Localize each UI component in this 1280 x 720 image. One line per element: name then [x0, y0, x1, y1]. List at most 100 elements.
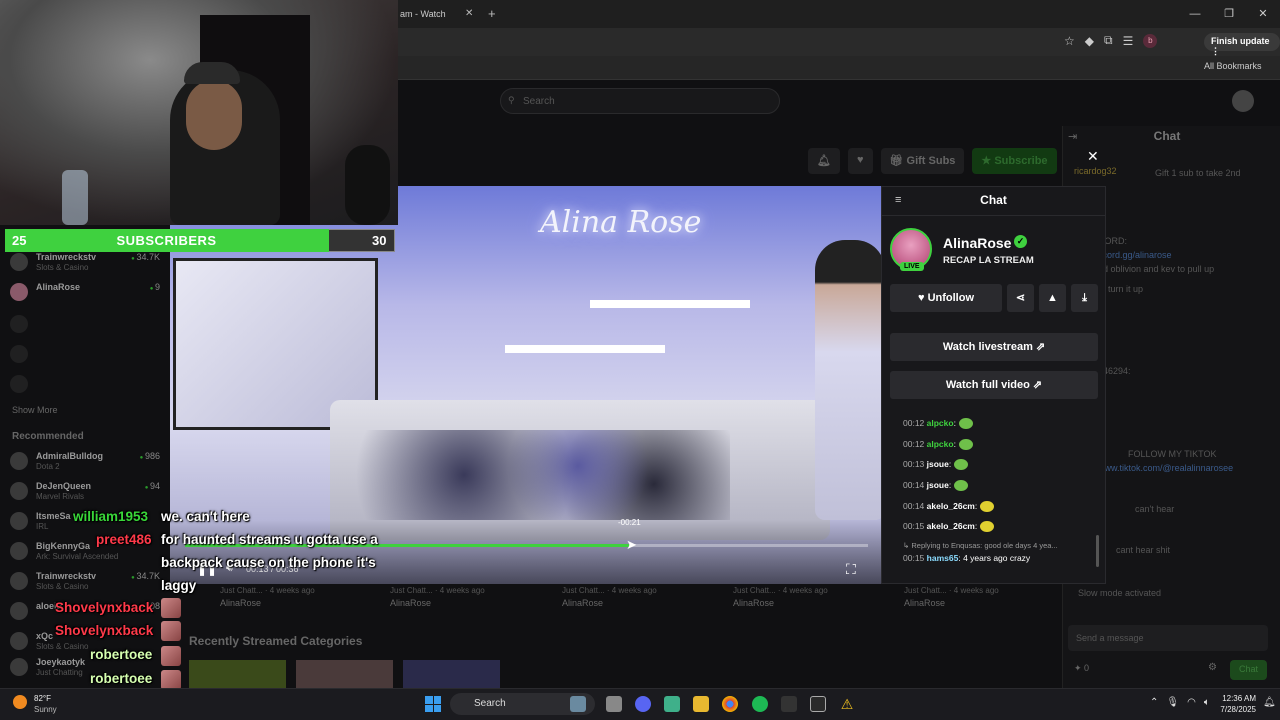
video-card-channel[interactable]: AlinaRose	[904, 598, 945, 608]
taskbar-widget-icon[interactable]	[570, 696, 586, 712]
message-user[interactable]: akelo_26cm	[927, 521, 975, 531]
sidebar-channel[interactable]: Trainwreckstv Slots & Casino 34.7K	[10, 250, 160, 278]
chrome-icon[interactable]	[722, 696, 738, 712]
recent-categories-heading: Recently Streamed Categories	[189, 634, 363, 648]
fullscreen-icon[interactable]: ⛶	[846, 561, 856, 578]
minimize-button[interactable]: —	[1178, 0, 1212, 28]
gift-subs-button[interactable]: 🎁︎ Gift Subs	[880, 148, 965, 174]
user-avatar[interactable]	[1232, 90, 1254, 112]
channel-name: ItsmeSa	[36, 511, 71, 521]
windows-start-icon[interactable]	[425, 696, 441, 712]
video-card-meta[interactable]: Just Chatt... · 4 weeks ago	[562, 586, 657, 595]
weather-condition[interactable]: Sunny	[34, 705, 57, 714]
chat-link[interactable]: scord.gg/alinarose	[1098, 250, 1172, 260]
gift-banner[interactable]: ricardog32	[1074, 166, 1117, 176]
channel-name[interactable]: AlinaRose	[943, 235, 1011, 251]
share-icon[interactable]: ⋖	[1007, 284, 1034, 312]
video-card-meta[interactable]: Just Chatt... · 4 weeks ago	[220, 586, 315, 595]
profile-avatar[interactable]: b	[1143, 33, 1158, 48]
close-window-button[interactable]: ✕	[1246, 0, 1280, 28]
weather-sun-icon[interactable]	[13, 695, 27, 709]
chat-message-input[interactable]: Send a message	[1068, 625, 1268, 651]
viewer-count: 9	[150, 282, 160, 292]
extensions-puzzle-icon[interactable]: ⧉	[1104, 33, 1113, 48]
overlay-chat-username: robertoee	[90, 647, 153, 662]
favorite-heart-button[interactable]: ♥	[847, 148, 873, 174]
unfollow-button[interactable]: ♥ Unfollow	[890, 284, 1002, 312]
message-user[interactable]: alpcko	[927, 418, 954, 428]
channel-name: Joeykaotyk	[36, 657, 86, 667]
media-control-icon[interactable]: ☰	[1123, 34, 1134, 48]
bookmark-star-icon[interactable]: ☆	[1064, 34, 1075, 48]
clock-time[interactable]: 12:36 AM	[1206, 694, 1256, 703]
message-user[interactable]: hams65	[927, 553, 959, 563]
webcam-streamer-face	[186, 80, 242, 150]
chat-settings-gear-icon[interactable]: ⚙	[1208, 662, 1217, 673]
sidebar-recommended-channel[interactable]: DeJenQueenMarvel Rivals 94	[10, 479, 160, 507]
chat-link[interactable]: www.tiktok.com/@realalinnarosee	[1098, 463, 1233, 473]
chat-line: FOLLOW MY TIKTOK	[1128, 449, 1217, 459]
wifi-icon[interactable]: ◠	[1187, 697, 1196, 708]
sidebar-channel-offline[interactable]	[10, 372, 160, 400]
video-card-meta[interactable]: Just Chatt... · 4 weeks ago	[904, 586, 999, 595]
webcam-microphone	[345, 145, 390, 225]
video-card-channel[interactable]: AlinaRose	[733, 598, 774, 608]
subscribe-button[interactable]: ★ Subscribe	[972, 148, 1057, 174]
show-more-link[interactable]: Show More	[12, 405, 58, 415]
watch-full-video-button[interactable]: Watch full video ⇗	[890, 371, 1098, 399]
mouse-cursor-icon: ➤	[626, 537, 637, 552]
notifications-bell-button[interactable]: 🔔︎	[808, 148, 840, 174]
message-user[interactable]: akelo_26cm	[927, 501, 975, 511]
sidebar-channel-offline[interactable]	[10, 342, 160, 370]
new-tab-button[interactable]: +	[488, 6, 496, 21]
file-explorer-icon[interactable]	[693, 696, 709, 712]
tab-close-icon[interactable]: ✕	[465, 8, 473, 19]
category-card[interactable]	[296, 660, 393, 690]
sidebar-recommended-channel[interactable]: AdmiralBulldogDota 2 986	[10, 449, 160, 477]
sidebar-channel[interactable]: AlinaRose 9	[10, 280, 160, 308]
epic-games-icon[interactable]	[810, 696, 826, 712]
video-card-meta[interactable]: Just Chatt... · 4 weeks ago	[390, 586, 485, 595]
sidebar-channel-offline[interactable]	[10, 312, 160, 340]
popup-scrollbar[interactable]	[1096, 535, 1099, 567]
video-card-channel[interactable]: AlinaRose	[220, 598, 261, 608]
maximize-button[interactable]: ❐	[1212, 0, 1246, 28]
extension-icon[interactable]: ◆	[1085, 34, 1094, 48]
warning-app-icon[interactable]: ⚠	[839, 696, 855, 712]
watch-livestream-button[interactable]: Watch livestream ⇗	[890, 333, 1098, 361]
download-icon[interactable]: ⤓	[1071, 284, 1098, 312]
all-bookmarks-button[interactable]: All Bookmarks	[1204, 61, 1262, 71]
video-card-channel[interactable]: AlinaRose	[562, 598, 603, 608]
category-card[interactable]	[189, 660, 286, 690]
discord-icon[interactable]	[635, 696, 651, 712]
video-card-channel[interactable]: AlinaRose	[390, 598, 431, 608]
weather-temperature[interactable]: 82°F	[34, 694, 51, 703]
report-warning-icon[interactable]: ▲	[1039, 284, 1066, 312]
reply-context-text: Replying to Enqusas: good ole days 4 yea…	[911, 541, 1058, 550]
reply-context: ↳ Replying to Enqusas: good ole days 4 y…	[903, 541, 1058, 550]
task-view-icon[interactable]	[606, 696, 622, 712]
message-user[interactable]: jsoue	[927, 480, 949, 490]
message-user[interactable]: jsoue	[927, 459, 949, 469]
category-card[interactable]	[403, 660, 500, 690]
clock-date[interactable]: 7/28/2025	[1206, 705, 1256, 714]
message-colon: :	[958, 553, 961, 563]
microphone-icon[interactable]: 🎙︎	[1166, 697, 1179, 708]
message-time: 00:12	[903, 418, 925, 428]
notification-bell-icon[interactable]: 🔔︎	[1263, 697, 1276, 708]
overlay-emote-icon	[161, 646, 181, 666]
site-search-input[interactable]: Search	[500, 88, 780, 114]
overlay-chat-text: we. can't here	[161, 509, 250, 524]
chevron-up-icon[interactable]: ⌃	[1150, 697, 1158, 708]
teams-icon[interactable]	[664, 696, 680, 712]
spotify-icon[interactable]	[752, 696, 768, 712]
message-user[interactable]: alpcko	[927, 439, 954, 449]
sidebar-recommended-channel[interactable]: TrainwreckstvSlots & Casino 34.7K	[10, 569, 160, 597]
obs-app-icon[interactable]	[781, 696, 797, 712]
finish-update-button[interactable]: Finish update ⋮	[1204, 33, 1280, 56]
send-chat-button[interactable]: Chat	[1230, 660, 1268, 680]
video-card-meta[interactable]: Just Chatt... · 4 weeks ago	[733, 586, 828, 595]
message-text: 4 years ago crazy	[963, 553, 1031, 563]
emote-icon	[958, 439, 973, 451]
close-icon[interactable]: ✕	[1087, 148, 1099, 165]
